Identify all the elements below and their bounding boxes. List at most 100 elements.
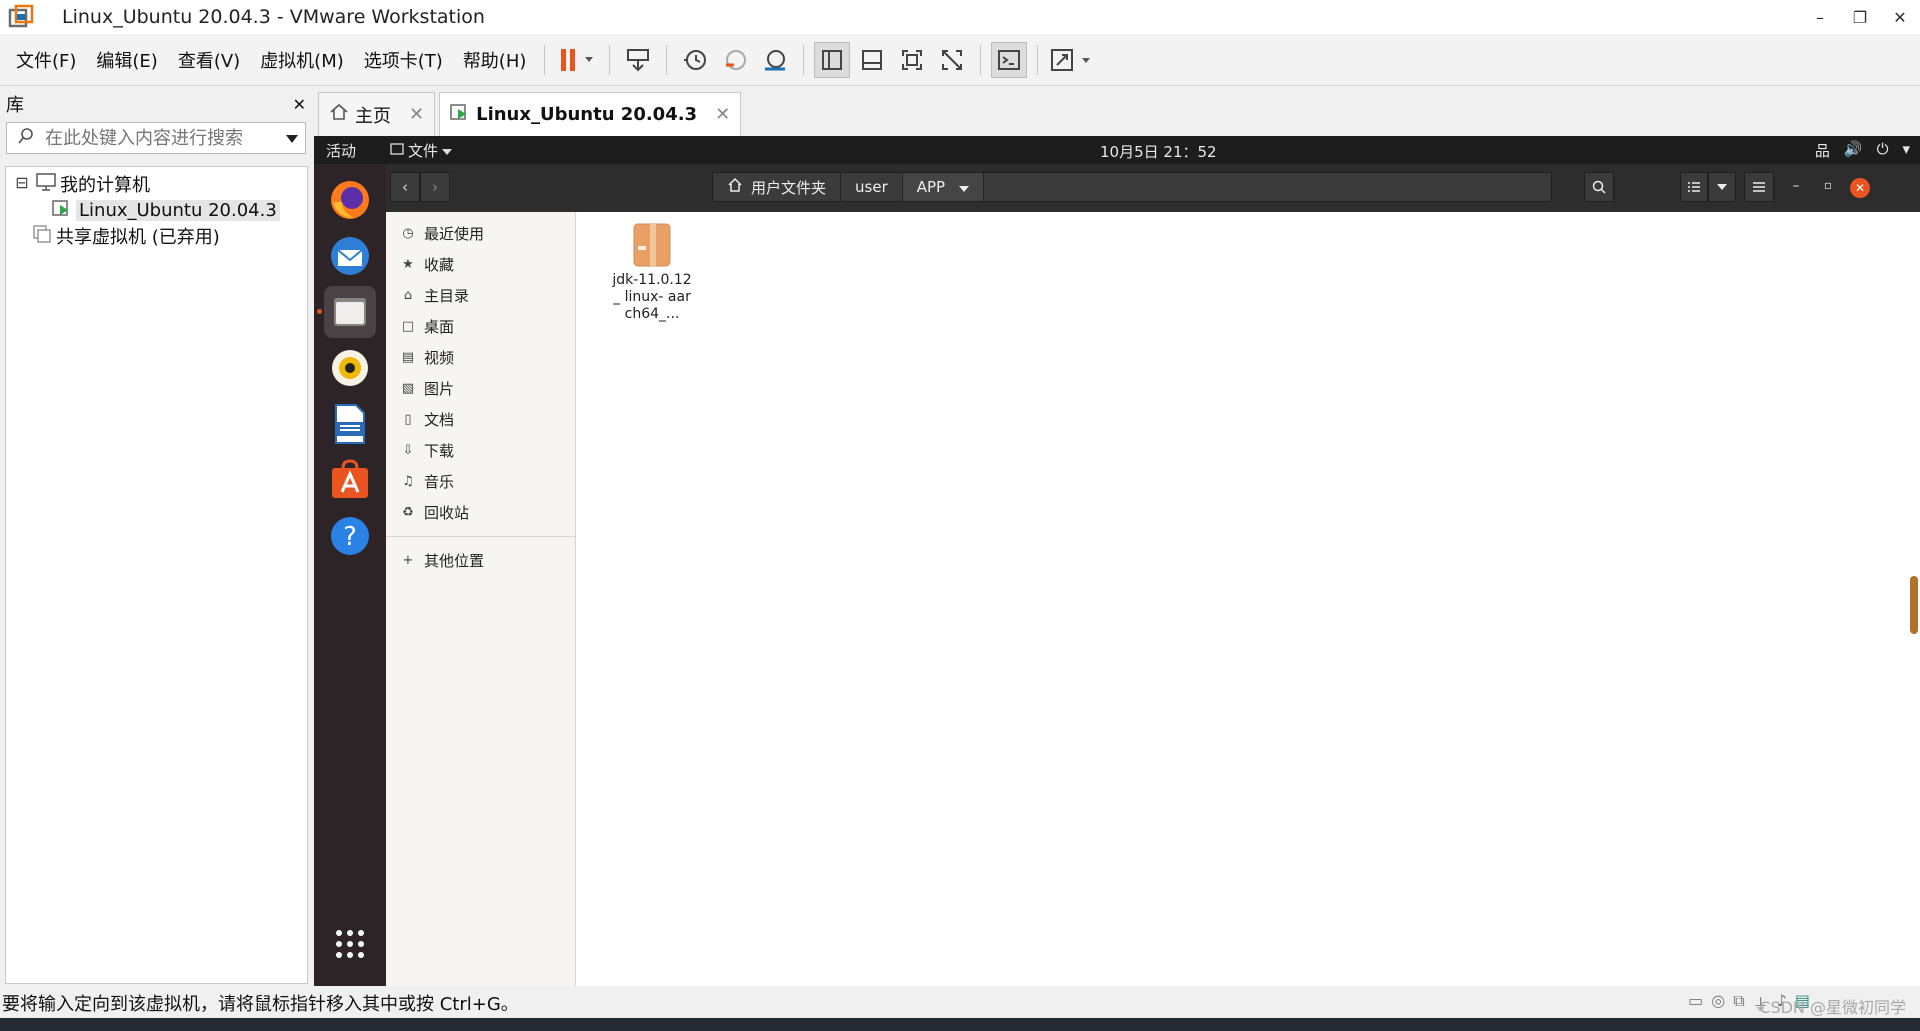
place-downloads[interactable]: ⇩ 下载 (386, 435, 575, 466)
revert-snapshot-icon[interactable] (717, 42, 753, 78)
menu-tabs[interactable]: 选项卡(T) (354, 47, 453, 73)
file-name: jdk-11.0.12_ linux- aarch64_... (612, 272, 692, 322)
collapse-icon[interactable]: ⊟ (14, 175, 30, 191)
maximize-icon[interactable]: ▫ (1818, 178, 1838, 198)
document-icon: ▯ (404, 412, 412, 427)
path-home-label: 用户文件夹 (751, 178, 827, 197)
library-title: 库 (6, 95, 24, 116)
place-label: 图片 (424, 380, 455, 398)
tree-label-shared-vms: 共享虚拟机 (已弃用) (56, 227, 220, 248)
files-icon[interactable] (324, 286, 376, 338)
tab-home-label: 主页 (355, 105, 391, 127)
menu-view[interactable]: 查看(V) (168, 47, 250, 73)
file-item[interactable]: jdk-11.0.12_ linux- aarch64_... (612, 222, 692, 323)
place-desktop[interactable]: □ 桌面 (386, 311, 575, 342)
unity-mode-icon[interactable] (934, 42, 970, 78)
app-menu-label: 文件 (408, 141, 439, 160)
plus-icon: + (402, 553, 414, 568)
place-label: 桌面 (424, 318, 455, 336)
toolbar-separator (544, 44, 546, 75)
close-button[interactable]: ✕ (1880, 0, 1920, 34)
place-other-locations[interactable]: + 其他位置 (386, 545, 575, 576)
tree-item-my-computer[interactable]: ⊟ 我的计算机 (6, 171, 307, 197)
minimize-button[interactable]: – (1800, 0, 1840, 34)
full-screen-icon[interactable] (894, 42, 930, 78)
place-home[interactable]: ⌂ 主目录 (386, 280, 575, 311)
tab-home-close-icon[interactable]: ✕ (409, 104, 424, 125)
pause-icon[interactable] (555, 42, 599, 78)
back-button[interactable]: ‹ (390, 172, 420, 202)
library-close-icon[interactable]: ✕ (293, 95, 306, 114)
firefox-icon[interactable] (324, 174, 376, 226)
path-segment-user[interactable]: user (841, 173, 903, 201)
rhythmbox-icon[interactable] (324, 342, 376, 394)
menu-help[interactable]: 帮助(H) (453, 47, 537, 73)
snapshot-icon[interactable] (677, 42, 713, 78)
menu-file[interactable]: 文件(F) (6, 47, 86, 73)
toolbar-separator (609, 44, 611, 75)
tree-item-vm[interactable]: Linux_Ubuntu 20.04.3 (6, 197, 307, 223)
ubuntu-software-icon[interactable] (324, 454, 376, 506)
tree-item-shared-vms[interactable]: 共享虚拟机 (已弃用) (6, 223, 307, 249)
power-icon[interactable]: ⏻ (1877, 140, 1889, 161)
forward-button[interactable]: › (420, 172, 450, 202)
snapshot-manager-icon[interactable] (757, 42, 793, 78)
minimize-icon[interactable]: – (1786, 178, 1806, 198)
close-icon[interactable]: ✕ (1850, 178, 1870, 198)
activities-button[interactable]: 活动 (326, 140, 356, 161)
menu-vm[interactable]: 虚拟机(M) (250, 47, 354, 73)
menu-toolbar: 文件(F) 编辑(E) 查看(V) 虚拟机(M) 选项卡(T) 帮助(H) (0, 34, 1920, 86)
scroll-handle[interactable] (1910, 576, 1918, 634)
taskbar-strip (0, 1018, 1920, 1031)
library-search-input[interactable] (35, 127, 285, 149)
send-keys-icon[interactable] (620, 42, 656, 78)
chevron-down-icon[interactable]: ▾ (1902, 140, 1910, 161)
list-view-button[interactable] (1680, 172, 1708, 202)
volume-icon[interactable]: 🔊 (1844, 140, 1863, 161)
vm-console[interactable]: 活动 文件 10月5日 21：52 品 🔊 ⏻ ▾ ? ‹ › 用户文件夹 us… (314, 136, 1920, 986)
help-icon[interactable]: ? (324, 510, 376, 562)
menu-edit[interactable]: 编辑(E) (86, 47, 167, 73)
hard-disk-icon[interactable]: ▭ (1688, 991, 1703, 1015)
path-home-segment[interactable]: 用户文件夹 (713, 173, 842, 201)
tab-vm[interactable]: Linux_Ubuntu 20.04.3 ✕ (439, 92, 742, 136)
show-library-icon[interactable] (814, 41, 851, 78)
tree-label-vm: Linux_Ubuntu 20.04.3 (76, 199, 280, 221)
network-icon[interactable]: 品 (1815, 140, 1830, 161)
place-recent[interactable]: ◷ 最近使用 (386, 218, 575, 249)
vmware-logo-icon (8, 4, 34, 30)
home-icon (727, 177, 743, 197)
place-label: 下载 (424, 442, 455, 460)
place-documents[interactable]: ▯ 文档 (386, 404, 575, 435)
cd-rom-icon[interactable]: ◎ (1711, 991, 1725, 1015)
restore-button[interactable]: ❐ (1840, 0, 1880, 34)
menu-button[interactable] (1744, 172, 1774, 202)
file-view[interactable]: jdk-11.0.12_ linux- aarch64_... (576, 212, 1920, 986)
search-icon (1592, 180, 1606, 194)
show-applications-icon[interactable] (324, 918, 376, 970)
shared-vm-icon (32, 224, 52, 249)
console-view-icon[interactable] (991, 41, 1028, 78)
app-menu[interactable]: 文件 (390, 140, 453, 161)
vm-running-icon (450, 102, 470, 127)
view-options-button[interactable] (1708, 172, 1736, 202)
clock[interactable]: 10月5日 21：52 (1100, 141, 1217, 162)
stretch-guest-icon[interactable] (1048, 42, 1098, 78)
thunderbird-icon[interactable] (324, 230, 376, 282)
chevron-down-icon (959, 178, 970, 196)
search-button[interactable] (1584, 172, 1614, 202)
place-trash[interactable]: ♻ 回收站 (386, 497, 575, 528)
place-pictures[interactable]: ▧ 图片 (386, 373, 575, 404)
tab-home[interactable]: 主页 ✕ (318, 92, 436, 136)
tab-vm-close-icon[interactable]: ✕ (715, 104, 730, 125)
system-tray[interactable]: 品 🔊 ⏻ ▾ (1815, 140, 1910, 161)
library-search[interactable] (6, 122, 306, 154)
place-music[interactable]: ♫ 音乐 (386, 466, 575, 497)
thumbnail-bar-icon[interactable] (854, 42, 890, 78)
search-dropdown-icon[interactable] (285, 128, 299, 149)
place-videos[interactable]: ▤ 视频 (386, 342, 575, 373)
place-starred[interactable]: ★ 收藏 (386, 249, 575, 280)
path-segment-app[interactable]: APP (902, 173, 985, 201)
libreoffice-writer-icon[interactable] (324, 398, 376, 450)
network-adapter-icon[interactable]: ⧉ (1733, 991, 1744, 1015)
